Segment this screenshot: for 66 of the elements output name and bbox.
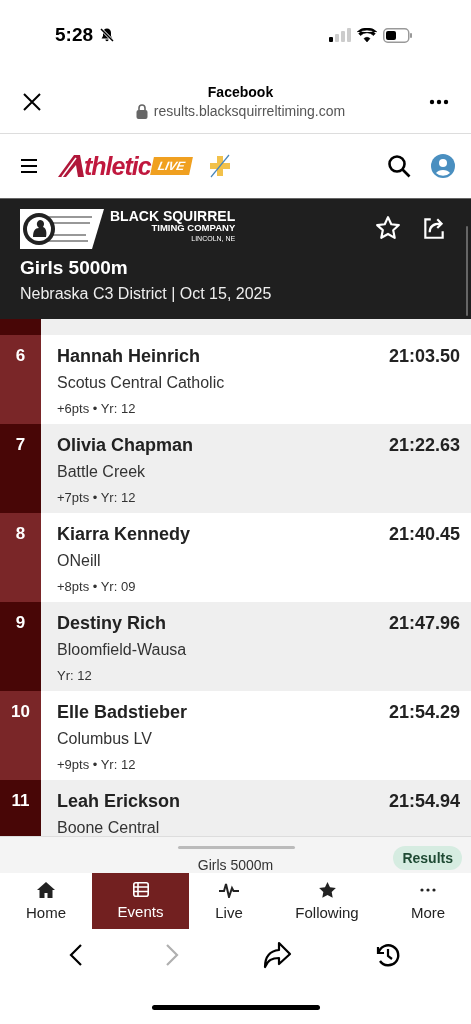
home-icon (37, 881, 55, 898)
more-icon[interactable] (429, 98, 449, 105)
event-title: Girls 5000m (20, 257, 129, 279)
url-text: results.blacksquirreltiming.com (153, 103, 346, 119)
place-number: 7 (0, 424, 41, 513)
athlete-name: Hannah Heinrich (57, 346, 201, 367)
star-icon[interactable] (375, 215, 401, 241)
school-name: Columbus LV (57, 730, 153, 748)
points-year: Yr: 12 (57, 668, 93, 683)
lock-icon (135, 103, 148, 119)
athlete-name: Leah Erickson (57, 791, 181, 812)
finish-time: 21:54.94 (388, 791, 460, 812)
athlete-name: Kiarra Kennedy (57, 524, 191, 545)
more-icon (420, 887, 436, 892)
athlete-name: Olivia Chapman (57, 435, 194, 456)
points-year: +9pts • Yr: 12 (57, 757, 137, 772)
finish-time: 21:22.63 (388, 435, 460, 456)
result-row[interactable]: 7 Olivia Chapman 21:22.63 Battle Creek +7pts • Yr: 12 (0, 424, 471, 513)
status-time: 5:28 (55, 24, 94, 46)
school-name: ONeill (57, 552, 102, 570)
finish-time: 21:47.96 (388, 613, 460, 634)
nav-tab[interactable]: Following (269, 873, 385, 929)
star-icon (318, 881, 336, 898)
finish-time: 21:54.29 (388, 702, 460, 723)
points-year: +7pts • Yr: 12 (57, 490, 137, 505)
school-name: Battle Creek (57, 463, 147, 481)
pulse-icon (219, 881, 239, 898)
nav-tab[interactable]: Home (0, 873, 92, 929)
menu-icon[interactable] (20, 158, 38, 174)
place-number: 6 (0, 335, 41, 424)
place-number: 9 (0, 602, 41, 691)
results-badge: Results (393, 846, 462, 870)
bell-muted-icon (99, 27, 116, 43)
finish-time: 21:40.45 (388, 524, 460, 545)
place-number: 8 (0, 513, 41, 602)
company-subtitle: TIMING COMPANY (151, 223, 236, 233)
share-arrow-icon[interactable] (261, 941, 292, 969)
page-title: Facebook (207, 84, 274, 100)
school-name: Boone Central (57, 819, 161, 837)
signal-icon (329, 28, 351, 42)
list-icon (132, 882, 149, 897)
close-icon[interactable] (22, 91, 42, 112)
bottom-sheet[interactable]: Girls 5000m Results (0, 836, 471, 873)
nav-tab[interactable]: More (385, 873, 471, 929)
company-name: BLACK SQUIRREL (110, 209, 236, 223)
place-number: 10 (0, 691, 41, 780)
school-name: Scotus Central Catholic (57, 374, 226, 392)
back-icon[interactable] (69, 943, 84, 967)
result-row[interactable]: 9 Destiny Rich 21:47.96 Bloomfield-Wausa Yr: 12 (0, 602, 471, 691)
wifi-icon (357, 27, 377, 43)
finish-time: 21:03.50 (388, 346, 460, 367)
search-icon[interactable] (387, 154, 411, 178)
athlete-name: Elle Badstieber (57, 702, 188, 723)
result-row[interactable] (0, 319, 471, 335)
athlete-name: Destiny Rich (57, 613, 167, 634)
points-year: +8pts • Yr: 09 (57, 579, 137, 594)
share-icon[interactable] (421, 215, 447, 241)
points-year: +6pts • Yr: 12 (57, 401, 137, 416)
athletic-live-logo[interactable]: thletic LIVE (58, 151, 191, 181)
meet-info: Nebraska C3 District | Oct 15, 2025 (20, 285, 273, 303)
battery-icon (383, 27, 413, 43)
school-name: Bloomfield-Wausa (57, 641, 188, 659)
nav-tab[interactable]: Events (92, 873, 189, 929)
nav-tab[interactable]: Live (189, 873, 269, 929)
account-icon[interactable] (431, 154, 455, 178)
plus-icon (208, 154, 233, 178)
